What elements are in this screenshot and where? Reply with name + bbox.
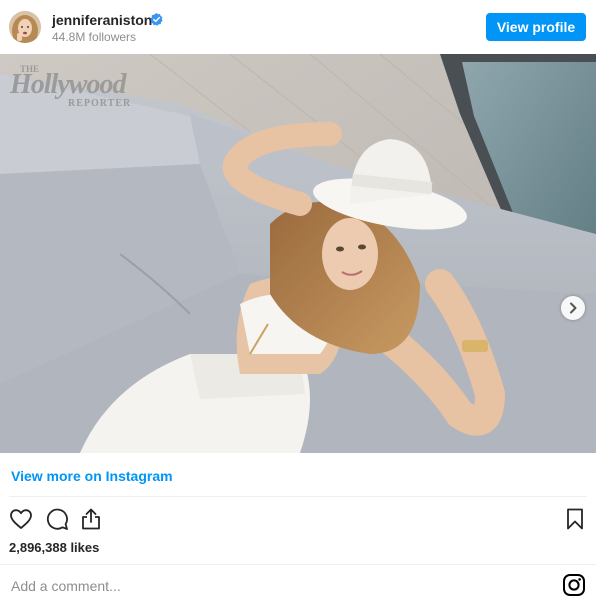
next-slide-button[interactable] [561,296,585,320]
instagram-logo-icon[interactable] [562,573,586,597]
watermark-reporter: REPORTER [68,98,132,109]
like-count: 2,896,388 likes [9,540,100,555]
avatar[interactable] [9,11,41,43]
share-icon[interactable] [79,507,103,531]
username[interactable]: jenniferaniston [52,12,152,28]
comment-icon[interactable] [45,507,69,531]
follower-count: 44.8M followers [52,30,137,44]
watermark-main: Hollywood [10,69,126,100]
verified-badge-icon [150,13,163,26]
view-profile-button[interactable]: View profile [486,13,586,41]
divider [0,564,596,565]
instagram-embed: jenniferaniston 44.8M followers View pro… [0,0,596,604]
watermark-logo: THE Hollywood REPORTER [10,64,155,114]
post-header: jenniferaniston 44.8M followers View pro… [0,0,596,54]
comment-input[interactable] [9,574,553,598]
view-more-link[interactable]: View more on Instagram [11,468,173,484]
post-media[interactable]: THE Hollywood REPORTER [0,54,596,453]
bookmark-icon[interactable] [563,507,587,531]
heart-icon[interactable] [9,507,33,531]
chevron-right-icon [570,302,577,314]
divider [9,496,587,497]
